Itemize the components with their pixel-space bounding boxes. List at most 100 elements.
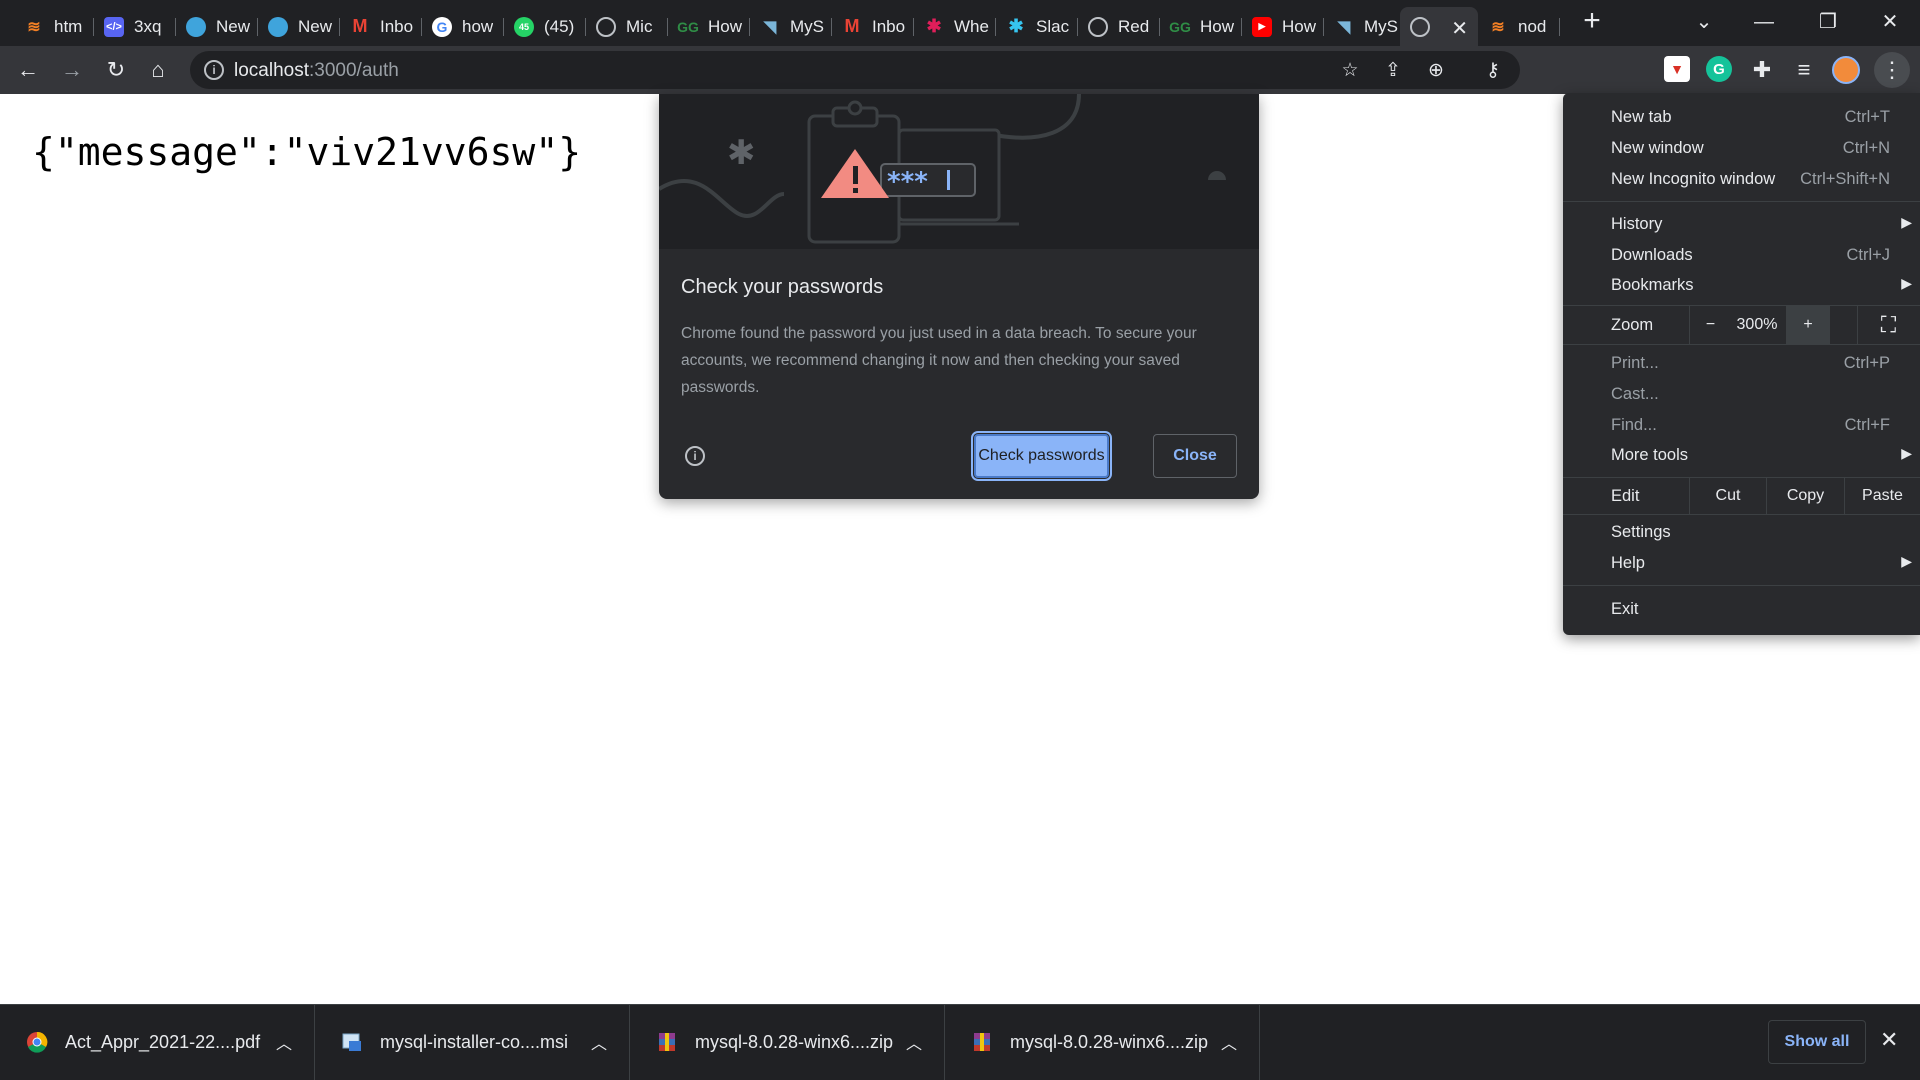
site-info-icon[interactable]: i [204,60,224,80]
paste-button[interactable]: Paste [1844,478,1920,514]
tab[interactable]: Red [1078,7,1160,46]
zoom-icon[interactable]: ⊕ [1423,57,1449,83]
slack-icon: ✱ [926,16,942,36]
tab[interactable]: ✱ Slac [996,7,1078,46]
info-icon[interactable]: i [685,446,705,466]
tab[interactable]: ✱ Whe [914,7,996,46]
menu-item-help[interactable]: Help ▶ [1563,548,1920,578]
menu-kebab-icon[interactable]: ⋮ [1874,52,1910,88]
chevron-up-icon[interactable]: ︿ [591,1030,607,1054]
password-illustration: ✱ *** [659,94,1259,249]
tab-active[interactable]: ✕ [1400,7,1478,46]
key-icon[interactable]: ⚷ [1480,57,1506,83]
tab[interactable]: New [258,7,340,46]
download-item[interactable]: mysql-8.0.28-winx6....zip ︿ [945,1005,1260,1080]
submenu-arrow-icon: ▶ [1901,275,1912,291]
tab[interactable]: New [176,7,258,46]
home-icon[interactable]: ⌂ [142,54,174,86]
submenu-arrow-icon: ▶ [1901,214,1912,230]
close-shelf-icon[interactable]: ✕ [1880,1027,1898,1053]
download-shelf: Act_Appr_2021-22....pdf ︿ mysql-installe… [0,1004,1920,1080]
menu-item-edit: Edit Cut Copy Paste [1563,478,1920,514]
close-window-icon[interactable]: ✕ [1870,6,1910,38]
chrome-pdf-icon [27,1031,48,1053]
mysql-icon: ◥ [763,18,777,36]
tab[interactable]: ◥ MyS [750,7,832,46]
bookmark-star-icon[interactable]: ☆ [1337,57,1363,83]
tab[interactable]: GG How [668,7,750,46]
menu-item-more-tools[interactable]: More tools ▶ [1563,440,1920,470]
check-passwords-button[interactable]: Check passwords [971,431,1112,481]
tab[interactable]: Ghow [422,7,504,46]
cut-button[interactable]: Cut [1689,478,1766,514]
tab[interactable]: ▶ How [1242,7,1324,46]
winrar-icon [659,1033,675,1051]
zoom-in-button[interactable]: + [1786,306,1830,344]
gmail-icon: M [844,16,860,36]
menu-item-downloads[interactable]: Downloads Ctrl+J [1563,240,1920,270]
tab[interactable]: 45 (45) [504,7,586,46]
copy-button[interactable]: Copy [1766,478,1844,514]
reload-icon[interactable]: ↻ [100,54,132,86]
menu-item-bookmarks[interactable]: Bookmarks ▶ [1563,270,1920,300]
globe-icon [596,16,616,37]
download-item[interactable]: Act_Appr_2021-22....pdf ︿ [0,1005,315,1080]
download-item[interactable]: mysql-8.0.28-winx6....zip ︿ [630,1005,945,1080]
password-breach-dialog: ✱ *** Check your passwords Chrome found … [659,94,1259,499]
tab[interactable]: ≋ nod [1478,7,1560,46]
download-item[interactable]: mysql-installer-co....msi ︿ [315,1005,630,1080]
submenu-arrow-icon: ▶ [1901,553,1912,569]
whatsapp-icon: 45 [514,16,534,37]
media-queue-icon[interactable]: ≡ [1788,54,1820,86]
tab[interactable]: GG How [1160,7,1242,46]
winrar-icon [974,1033,990,1051]
menu-item-history[interactable]: History ▶ [1563,209,1920,239]
tab[interactable]: ◥ MyS [1324,7,1400,46]
geeksforgeeks-icon: GG [1169,18,1191,35]
restore-icon[interactable]: ❐ [1808,6,1848,38]
back-icon[interactable]: ← [12,54,44,86]
chevron-up-icon[interactable]: ︿ [276,1030,292,1054]
grammarly-extension-icon[interactable]: G [1706,56,1732,82]
toolbar: ← → ↻ ⌂ i localhost:3000/auth ⚷ ⊕ ⇪ ☆ ▼ … [0,46,1920,94]
address-bar[interactable]: i localhost:3000/auth ⚷ ⊕ ⇪ ☆ [190,51,1520,89]
tab[interactable]: </> 3xq [94,7,176,46]
zoom-out-button[interactable]: − [1689,306,1731,344]
forward-icon[interactable]: → [56,54,88,86]
menu-item-print[interactable]: Print... Ctrl+P [1563,348,1920,378]
google-icon: G [432,16,452,37]
show-all-button[interactable]: Show all [1768,1020,1866,1064]
close-tab-icon[interactable]: ✕ [1451,16,1468,41]
menu-item-new-incognito[interactable]: New Incognito window Ctrl+Shift+N [1563,164,1920,194]
tab[interactable]: M Inbo [340,7,422,46]
tab-search-icon[interactable]: ⌄ [1684,6,1724,38]
tab[interactable]: M Inbo [832,7,914,46]
svg-text:***: *** [887,167,928,197]
json-response: {"message":"viv21vv6sw"} [32,130,582,174]
menu-item-new-tab[interactable]: New tab Ctrl+T [1563,102,1920,132]
menu-item-settings[interactable]: Settings [1563,517,1920,547]
menu-item-exit[interactable]: Exit [1563,594,1920,624]
code-icon: </> [104,16,124,37]
close-dialog-button[interactable]: Close [1153,434,1237,478]
profile-avatar[interactable] [1832,56,1860,84]
tab-strip: ≋ htm </> 3xq New New M Inbo Ghow 45 (45) Mi… [0,0,1920,46]
menu-item-cast[interactable]: Cast... [1563,379,1920,409]
geeksforgeeks-icon: GG [677,18,699,35]
tab[interactable]: Mic [586,7,668,46]
tab[interactable]: ≋ htm [14,7,94,46]
slack-icon: ✱ [1008,16,1024,36]
chevron-up-icon[interactable]: ︿ [1221,1030,1237,1054]
menu-item-new-window[interactable]: New window Ctrl+N [1563,133,1920,163]
extensions-puzzle-icon[interactable]: ✚ [1746,54,1778,86]
menu-item-zoom: Zoom − 300% + ⛶ [1563,306,1920,344]
chevron-up-icon[interactable]: ︿ [906,1030,922,1054]
share-icon[interactable]: ⇪ [1380,57,1406,83]
address-url[interactable]: localhost:3000/auth [234,60,399,82]
pocket-extension-icon[interactable]: ▼ [1664,56,1690,82]
stackoverflow-icon: ≋ [27,18,41,36]
minimize-icon[interactable]: — [1744,6,1784,38]
menu-item-find[interactable]: Find... Ctrl+F [1563,410,1920,440]
new-tab-button[interactable]: + [1576,6,1608,38]
fullscreen-icon[interactable]: ⛶ [1857,306,1919,344]
